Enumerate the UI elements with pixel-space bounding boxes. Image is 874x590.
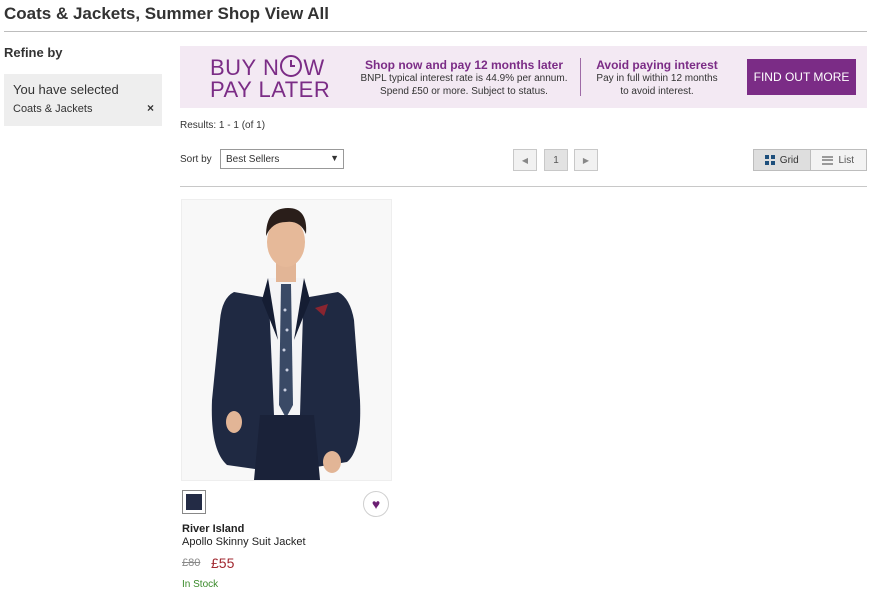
selected-filters-heading: You have selected (13, 82, 119, 97)
banner-divider (580, 58, 581, 96)
page-title: Coats & Jackets, Summer Shop View All (4, 4, 330, 23)
bnpl-banner-title: BUY NW PAY LATER (210, 55, 340, 101)
sort-by-select[interactable]: Best Sellers ▼ (220, 149, 344, 169)
grid-icon (764, 155, 775, 165)
product-brand: River Island (182, 523, 245, 535)
title-divider (4, 31, 867, 32)
sort-by-label: Sort by (180, 154, 212, 165)
previous-page-button[interactable]: ◀ (513, 149, 537, 171)
results-divider (180, 186, 867, 187)
list-view-label: List (838, 154, 855, 166)
avoid-interest-line1: Pay in full within 12 months (596, 73, 718, 84)
grid-view-button[interactable]: Grid (754, 150, 811, 170)
find-out-more-button[interactable]: FIND OUT MORE (747, 59, 856, 95)
color-swatch-navy[interactable] (182, 490, 206, 514)
bnpl-info-line2: Spend £50 or more. Subject to status. (380, 86, 548, 97)
list-icon (822, 155, 834, 165)
refine-by-heading: Refine by (4, 45, 63, 60)
bnpl-info-heading: Shop now and pay 12 months later (364, 58, 564, 72)
page-number-button[interactable]: 1 (544, 149, 568, 171)
stock-status: In Stock (182, 579, 219, 590)
bnpl-banner[interactable]: BUY NW PAY LATER Shop now and pay 12 mon… (180, 46, 867, 108)
wishlist-button[interactable]: ♥ (363, 491, 389, 517)
list-view-button[interactable]: List (810, 150, 866, 170)
heart-icon: ♥ (371, 496, 381, 512)
bnpl-info-line1: BNPL typical interest rate is 44.9% per … (360, 73, 568, 84)
product-old-price: £80 (182, 557, 201, 569)
grid-view-label: Grid (779, 154, 799, 166)
avoid-interest-line2: to avoid interest. (620, 86, 694, 97)
swatch-fill (186, 494, 202, 510)
next-page-button[interactable]: ▶ (574, 149, 598, 171)
dropdown-arrow-icon: ▼ (330, 153, 339, 163)
bnpl-title-line2: PAY LATER (210, 77, 331, 102)
sort-by-selected-value: Best Sellers (226, 154, 280, 165)
avoid-interest-heading: Avoid paying interest (596, 58, 718, 72)
product-image[interactable] (181, 199, 392, 481)
model-in-suit-image (211, 208, 361, 480)
product-name[interactable]: Apollo Skinny Suit Jacket (182, 536, 306, 548)
selected-filter-coats-jackets: Coats & Jackets (13, 103, 93, 115)
selected-filters-panel: You have selected Coats & Jackets × (4, 74, 162, 126)
clock-icon (280, 55, 303, 77)
view-toggle: Grid List (753, 149, 867, 171)
product-price: £55 (211, 555, 235, 571)
results-count: Results: 1 - 1 (of 1) (180, 120, 266, 131)
avoid-interest-info: Avoid paying interest Pay in full within… (587, 58, 727, 98)
bnpl-info: Shop now and pay 12 months later BNPL ty… (352, 58, 576, 98)
remove-filter-icon[interactable]: × (147, 101, 154, 115)
